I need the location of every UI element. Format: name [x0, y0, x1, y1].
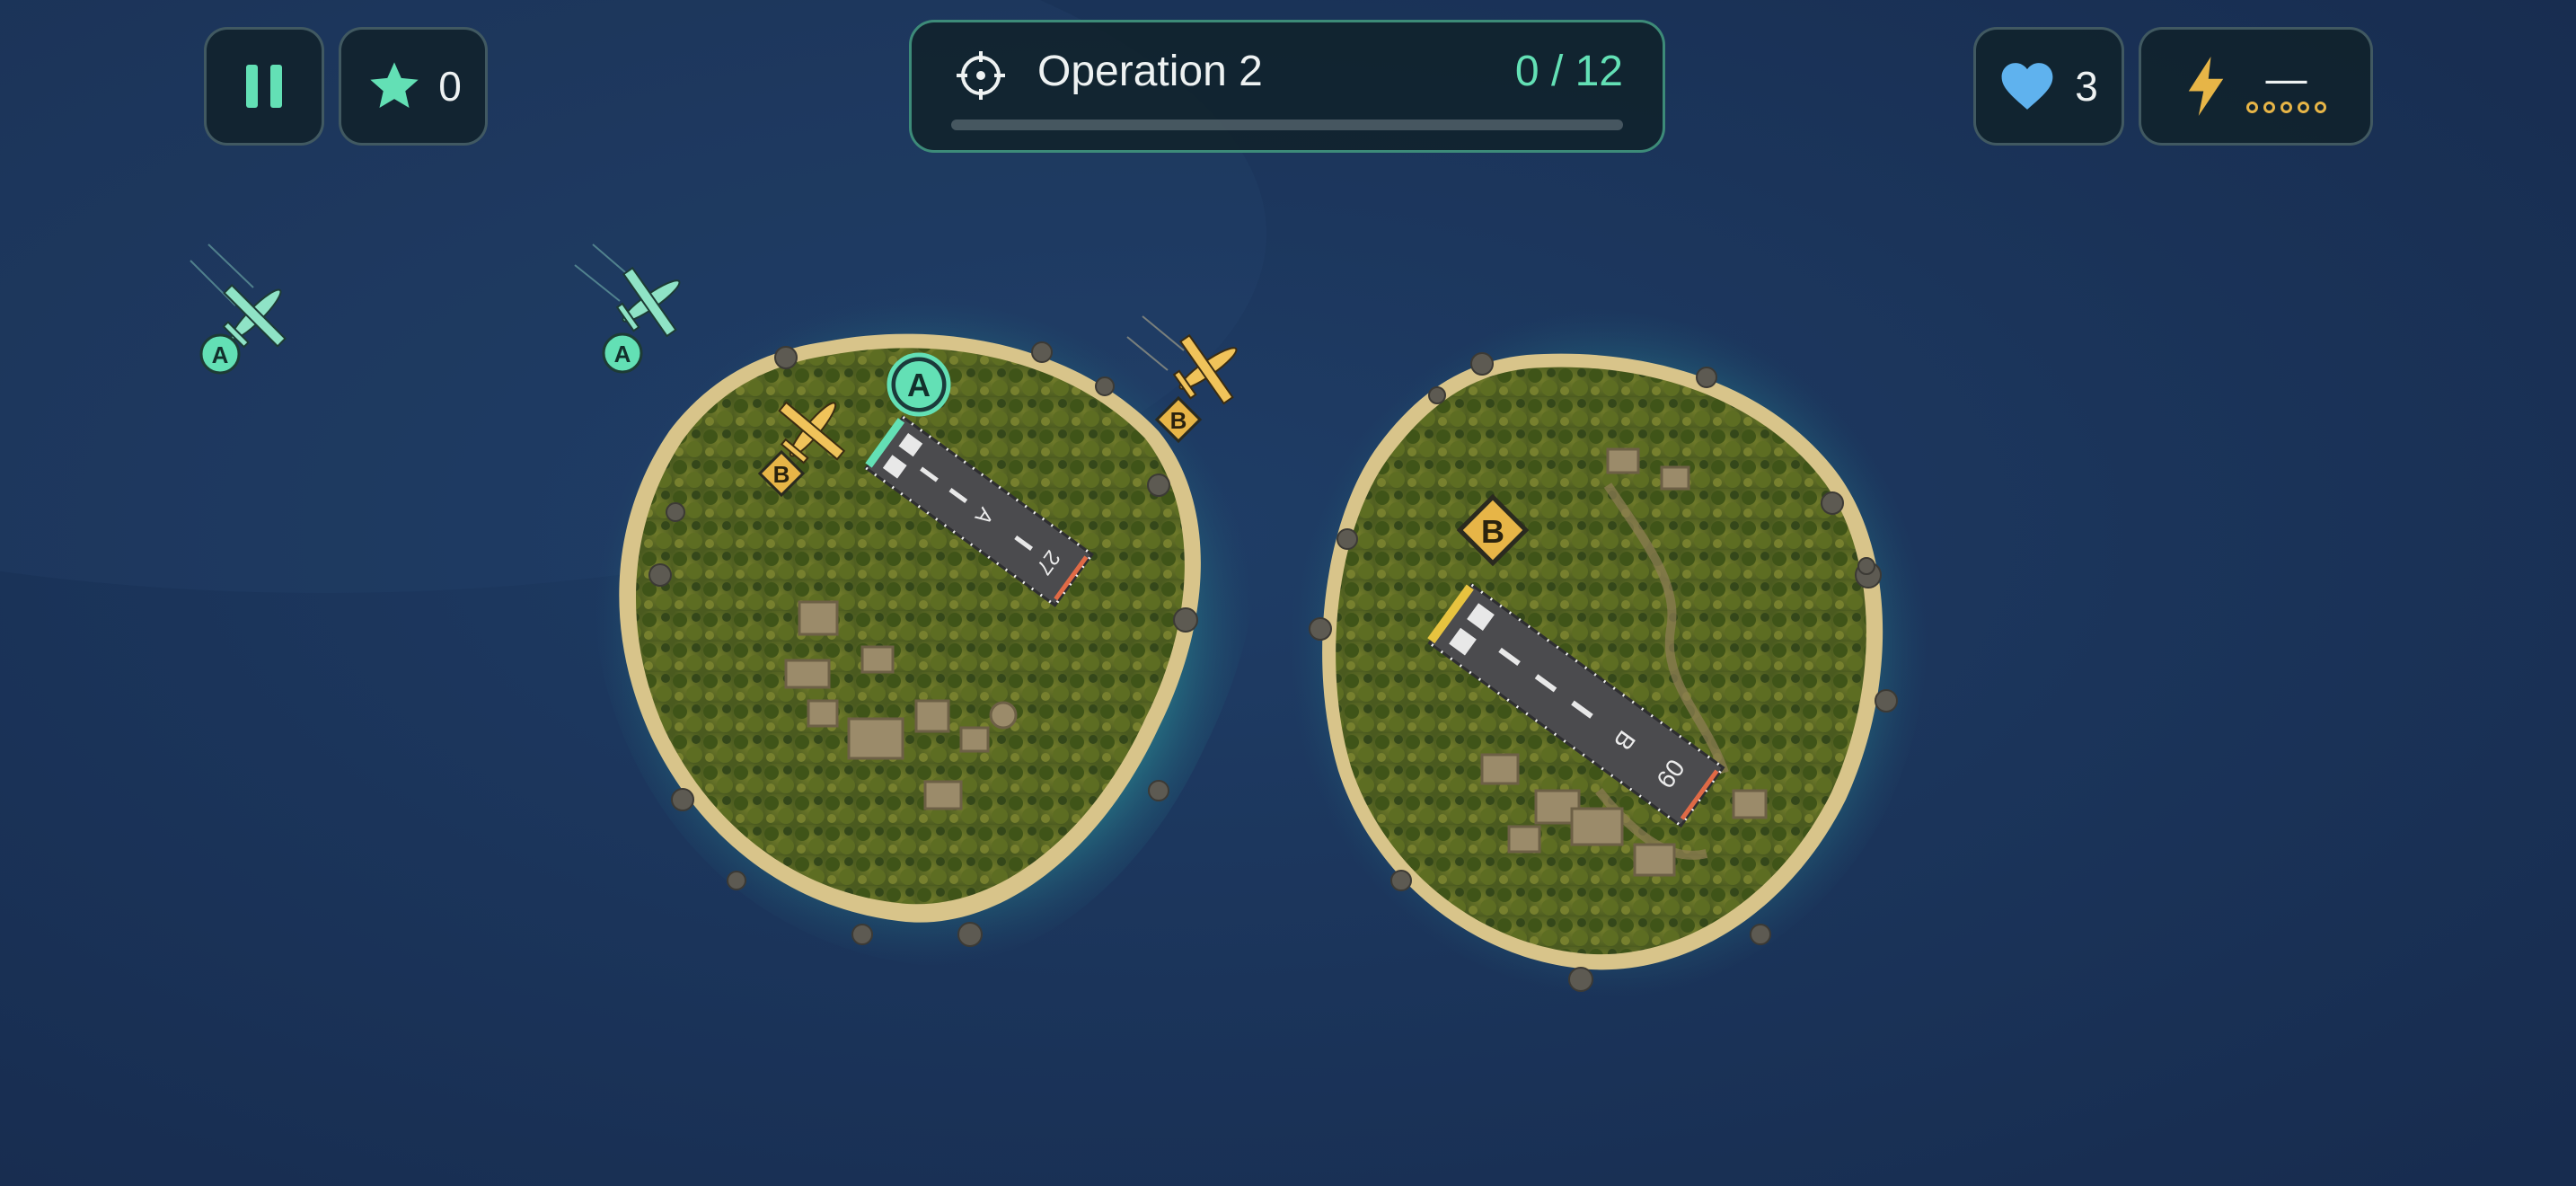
power-slot-dot — [2246, 101, 2258, 113]
mission-title: Operation 2 — [1037, 48, 1263, 95]
crosshair-icon — [957, 51, 1005, 100]
power-slot-dot — [2280, 101, 2292, 113]
aircraft-b-2-label: B — [1170, 407, 1187, 434]
power-meter: — — [2139, 27, 2373, 146]
mission-progress-count: 0 / 12 — [1514, 48, 1623, 95]
aircraft-a-1-label: A — [212, 341, 229, 368]
runway-a-marker[interactable]: A — [887, 352, 951, 417]
power-value: — — [2265, 54, 2307, 102]
lightning-icon — [2188, 57, 2224, 116]
star-counter: 0 — [339, 27, 488, 146]
game-map: A 27 B 09 A B A A B B — [0, 0, 2576, 1186]
star-count: 0 — [438, 63, 462, 110]
aircraft-a-2-label: A — [614, 341, 631, 367]
power-slots — [2246, 101, 2326, 113]
mission-progress-bar — [951, 119, 1623, 130]
runway-a-marker-label: A — [907, 367, 931, 403]
lives-counter: 3 — [1973, 27, 2124, 146]
pause-button[interactable] — [204, 27, 324, 146]
runway-b-marker-label: B — [1481, 513, 1504, 550]
heart-icon — [2001, 63, 2053, 110]
aircraft-b-1-label: B — [773, 461, 790, 488]
pause-icon — [246, 65, 282, 108]
power-slot-dot — [2263, 101, 2275, 113]
star-icon — [370, 62, 419, 108]
power-slot-dot — [2298, 101, 2309, 113]
lives-count: 3 — [2075, 63, 2098, 110]
power-slot-dot — [2315, 101, 2326, 113]
mission-panel: Operation 2 0 / 12 — [909, 20, 1665, 153]
game-stage: A 27 B 09 A B A A B B 0 Operation 2 0 / … — [0, 0, 2576, 1186]
